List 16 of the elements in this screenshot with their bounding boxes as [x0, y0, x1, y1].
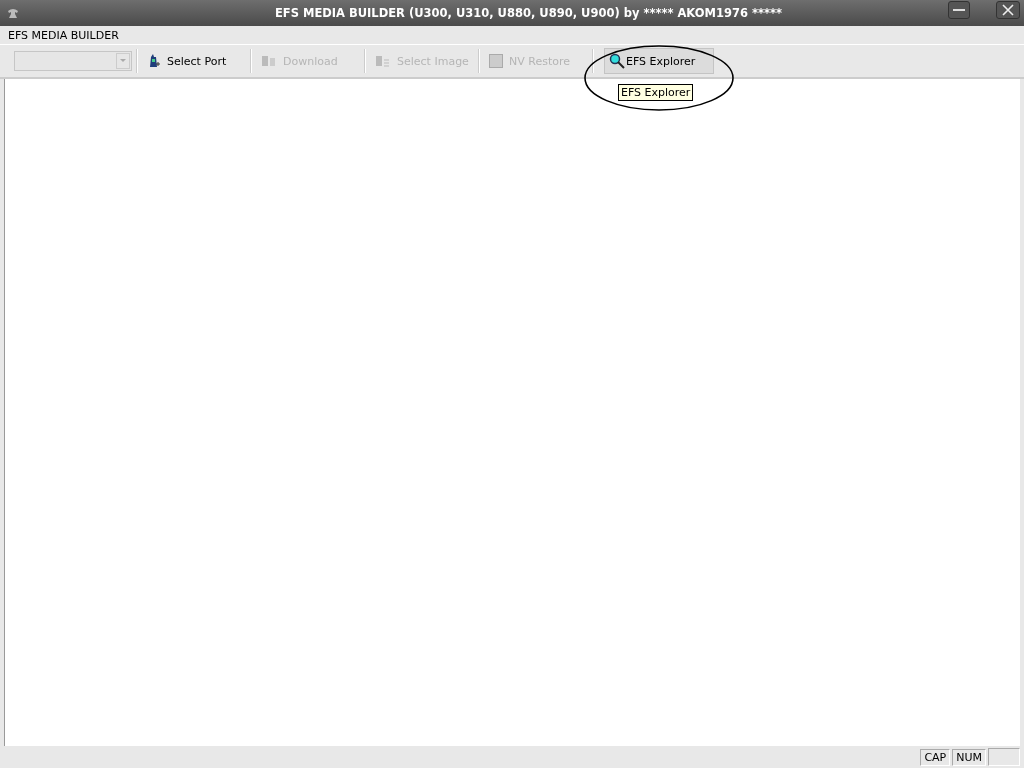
- minimize-button[interactable]: [948, 1, 970, 19]
- status-panel: [988, 748, 1020, 766]
- minimize-icon: [953, 8, 965, 12]
- magnifier-icon: [609, 53, 625, 69]
- phone-icon: [147, 53, 161, 69]
- square-icon: [489, 54, 503, 68]
- phone-icon: [7, 7, 19, 19]
- toolbar-button[interactable]: Select Port: [142, 48, 246, 74]
- close-icon: [1002, 4, 1014, 16]
- menu-item[interactable]: EFS MEDIA BUILDER: [0, 28, 125, 42]
- close-button[interactable]: [996, 1, 1020, 19]
- toolbar-button[interactable]: EFS Explorer: [604, 48, 714, 74]
- status-indicator: NUM: [952, 748, 986, 766]
- window-title: EFS MEDIA BUILDER (U300, U310, U880, U890, U900) by ***** AKOM1976 *****: [273, 6, 784, 20]
- tooltip: EFS Explorer: [618, 84, 694, 101]
- status-indicator: CAP: [920, 748, 951, 766]
